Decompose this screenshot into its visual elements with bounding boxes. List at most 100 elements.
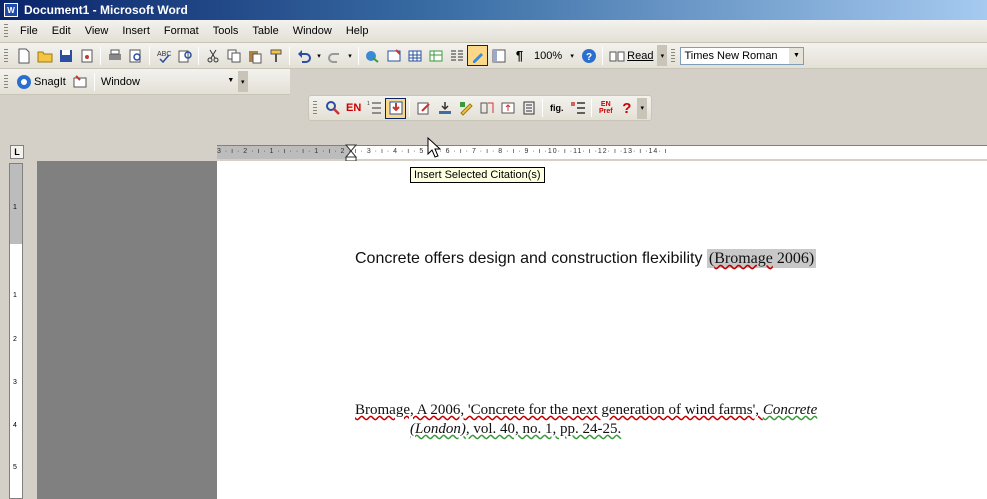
reference-journal-part2: (London) (410, 421, 466, 437)
find-citation-icon[interactable] (322, 98, 343, 119)
edit-citation-icon[interactable] (413, 98, 434, 119)
print-icon[interactable] (104, 45, 125, 66)
ruler-row: L 3 · ı · 2 · ı · 1 · ı · · ı · 1 · ı · … (0, 143, 987, 162)
export-traveling-library-icon[interactable] (518, 98, 539, 119)
toolbar-separator (100, 46, 101, 65)
vertical-ruler[interactable]: 1 1 2 3 4 5 (9, 163, 23, 499)
save-icon[interactable] (55, 45, 76, 66)
read-icon[interactable] (606, 45, 627, 66)
undo-dropdown-icon[interactable]: ▾ (314, 45, 324, 66)
menu-table[interactable]: Table (245, 23, 285, 39)
redo-dropdown-icon[interactable]: ▾ (345, 45, 355, 66)
toolbar-options-icon[interactable]: ▾ (657, 45, 668, 66)
toolbar-separator (198, 46, 199, 65)
endnote-go-button[interactable]: EN (343, 102, 364, 114)
redo-icon[interactable] (324, 45, 345, 66)
research-icon[interactable] (174, 45, 195, 66)
in-text-citation[interactable]: (Bromage 2006) (706, 249, 817, 268)
menu-tools[interactable]: Tools (206, 23, 246, 39)
edit-library-reference-icon[interactable] (455, 98, 476, 119)
paste-icon[interactable] (244, 45, 265, 66)
toolbar-separator (602, 46, 604, 65)
go-to-endnote-icon[interactable] (497, 98, 518, 119)
insert-note-icon[interactable] (434, 98, 455, 119)
figure-icon[interactable]: fig. (546, 98, 567, 119)
citation-year: 2006) (772, 250, 815, 267)
snagit-settings-icon[interactable] (70, 71, 91, 92)
new-document-icon[interactable] (13, 45, 34, 66)
menu-bar: File Edit View Insert Format Tools Table… (0, 20, 987, 43)
tables-borders-icon[interactable] (383, 45, 404, 66)
menu-edit[interactable]: Edit (45, 23, 78, 39)
tab-selector[interactable]: L (10, 145, 24, 159)
drawing-icon[interactable] (467, 45, 488, 66)
body-paragraph[interactable]: Concrete offers design and construction … (355, 249, 817, 268)
menu-help[interactable]: Help (339, 23, 376, 39)
show-hide-icon[interactable]: ¶ (509, 45, 530, 66)
toolbar-grip[interactable] (313, 101, 317, 115)
font-dropdown-icon[interactable]: ▼ (789, 47, 804, 64)
toolbar-grip[interactable] (671, 48, 676, 63)
zoom-value[interactable]: 100% (530, 50, 566, 62)
format-painter-icon[interactable] (265, 45, 286, 66)
document-page[interactable]: Concrete offers design and construction … (217, 161, 987, 499)
toolbar-options-icon[interactable]: ▾ (637, 97, 648, 119)
toolbar-grip[interactable] (4, 74, 8, 89)
insert-excel-icon[interactable] (425, 45, 446, 66)
figure-list-icon[interactable] (567, 98, 588, 119)
vruler-number: 3 (13, 379, 17, 386)
insert-table-icon[interactable] (404, 45, 425, 66)
open-folder-icon[interactable] (34, 45, 55, 66)
snagit-toolbar: SnagIt Window ▼ ▾ (0, 69, 290, 95)
bibliography-entry[interactable]: Bromage, A 2006, 'Concrete for the next … (355, 401, 817, 439)
capture-mode-combo[interactable]: Window ▼ (98, 73, 238, 91)
vruler-number: 1 (13, 292, 17, 299)
vruler-number: 5 (13, 464, 17, 471)
columns-icon[interactable] (446, 45, 467, 66)
vruler-number: 4 (13, 422, 17, 429)
toolbar-separator (93, 72, 95, 91)
format-bibliography-icon[interactable]: 1 (364, 98, 385, 119)
menu-insert[interactable]: Insert (115, 23, 157, 39)
capture-mode-dropdown-icon[interactable]: ▼ (224, 73, 238, 89)
cut-icon[interactable] (202, 45, 223, 66)
toolbar-options-icon[interactable]: ▾ (237, 71, 248, 92)
toolbar-grip[interactable] (4, 24, 8, 38)
title-bar: W Document1 - Microsoft Word (0, 0, 987, 20)
endnote-preferences-icon[interactable]: EN Pref (595, 98, 616, 119)
help-icon[interactable]: ? (578, 45, 599, 66)
spelling-icon[interactable]: ABC (153, 45, 174, 66)
vruler-number: 1 (13, 204, 17, 211)
undo-icon[interactable] (293, 45, 314, 66)
indent-marker-icon[interactable] (345, 144, 357, 162)
endnote-toolbar: EN 1 fig. EN Pref ? ▾ (308, 95, 653, 121)
read-button[interactable]: Read (627, 50, 657, 62)
print-preview-icon[interactable] (125, 45, 146, 66)
menu-file[interactable]: File (13, 23, 45, 39)
toolbar-separator (409, 99, 411, 117)
citation-author: Bromage (714, 250, 773, 267)
menu-view[interactable]: View (78, 23, 116, 39)
menu-format[interactable]: Format (157, 23, 206, 39)
unformat-citations-icon[interactable] (476, 98, 497, 119)
zoom-dropdown-icon[interactable]: ▾ (566, 45, 578, 66)
endnote-help-icon[interactable]: ? (616, 98, 637, 119)
endnote-help-label: ? (622, 99, 632, 117)
horizontal-ruler[interactable]: 3 · ı · 2 · ı · 1 · ı · · ı · 1 · ı · 2 … (217, 144, 987, 162)
font-name-combo[interactable]: Times New Roman ▼ (680, 46, 805, 65)
menu-window[interactable]: Window (286, 23, 339, 39)
endnote-toolbar-row: EN 1 fig. EN Pref ? ▾ (0, 95, 987, 121)
reference-volume-pages: , vol. 40, no. 1, pp. 24-25. (465, 421, 622, 437)
copy-icon[interactable] (223, 45, 244, 66)
document-map-icon[interactable] (488, 45, 509, 66)
font-name-value: Times New Roman (684, 49, 778, 62)
snagit-icon[interactable] (13, 71, 34, 92)
permission-icon[interactable] (76, 45, 97, 66)
hyperlink-icon[interactable] (362, 45, 383, 66)
window-title: Document1 - Microsoft Word (24, 3, 188, 17)
insert-citation-icon[interactable] (385, 97, 407, 119)
ruler-ticks: 3 · ı · 2 · ı · 1 · ı · · ı · 1 · ı · 2 … (217, 148, 668, 155)
toolbar-grip[interactable] (4, 48, 8, 63)
snagit-button[interactable]: SnagIt (34, 76, 70, 88)
capture-mode-value: Window (100, 75, 140, 88)
